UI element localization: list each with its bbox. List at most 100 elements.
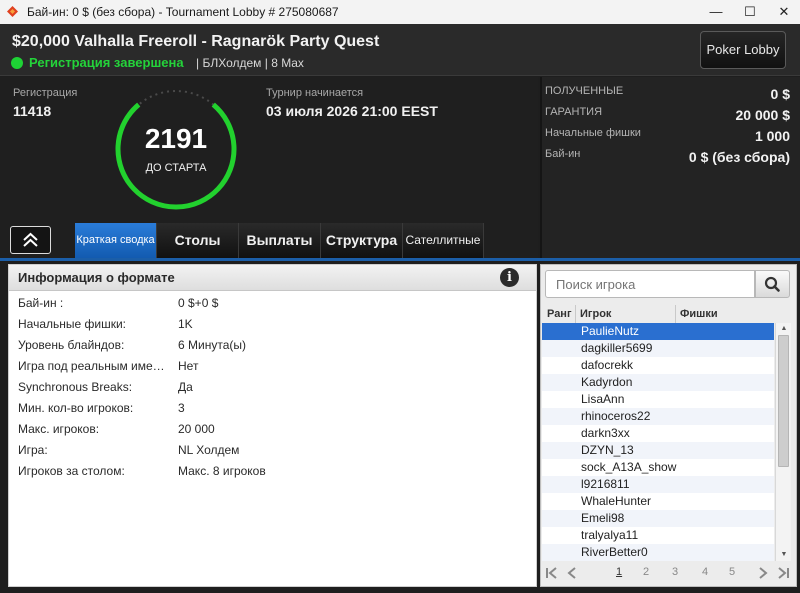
format-row: Уровень блайндов: 6 Минута(ы): [9, 335, 536, 356]
column-header-rank[interactable]: Ранг: [542, 305, 576, 323]
tab-payouts[interactable]: Выплаты: [239, 223, 321, 258]
player-row[interactable]: RiverBetter0: [542, 544, 774, 561]
format-row-value: Нет: [178, 359, 199, 373]
next-page-icon[interactable]: [756, 566, 770, 580]
format-row-label: Мин. кол-во игроков:: [18, 401, 134, 415]
format-row-label: Игра:: [18, 443, 48, 457]
scroll-up-arrow-icon[interactable]: ▲: [776, 323, 792, 335]
player-name: Emeli98: [581, 511, 625, 525]
search-icon: [764, 276, 780, 292]
collapse-button[interactable]: [10, 226, 51, 254]
format-row: Игра: NL Холдем: [9, 440, 536, 461]
maximize-button[interactable]: ☐: [734, 0, 766, 24]
player-name: Kadyrdon: [581, 375, 633, 389]
players-panel: Ранг Игрок Фишки PaulieNutz dagkiller5699…: [540, 264, 797, 587]
player-name: l9216811: [581, 477, 630, 491]
start-label: Турнир начинается: [266, 87, 364, 99]
column-header-player[interactable]: Игрок: [576, 305, 676, 323]
registration-status: Регистрация завершена: [29, 55, 184, 70]
player-row[interactable]: WhaleHunter: [542, 493, 774, 510]
search-button[interactable]: [755, 270, 790, 298]
start-datetime: 03 июля 2026 21:00 EEST: [266, 103, 438, 119]
window-title-bar: Бай-ин: 0 $ (без сбора) - Tournament Lob…: [0, 0, 800, 24]
tab-satellites[interactable]: Сателлитные: [403, 223, 484, 258]
format-row-label: Уровень блайндов:: [18, 338, 125, 352]
minimize-button[interactable]: —: [700, 0, 732, 24]
countdown-value: 2191: [144, 123, 208, 154]
player-name: PaulieNutz: [581, 324, 640, 338]
format-row-value: 1K: [178, 317, 193, 331]
player-row[interactable]: darkn3xx: [542, 425, 774, 442]
starting-chips-value: 1 000: [754, 128, 790, 144]
status-dot-icon: [11, 57, 23, 69]
page-link-4[interactable]: 4: [702, 566, 708, 578]
double-chevron-up-icon: [23, 232, 38, 247]
prize-info-panel: [540, 77, 800, 258]
format-row: Начальные фишки: 1K: [9, 314, 536, 335]
format-row-value: Да: [178, 380, 193, 394]
tab-structure[interactable]: Структура: [321, 223, 403, 258]
player-name: DZYN_13: [581, 443, 634, 457]
registration-label: Регистрация: [13, 87, 78, 99]
tournament-header: $20,000 Valhalla Freeroll - Ragnarök Par…: [0, 24, 800, 76]
first-page-icon[interactable]: [545, 566, 559, 580]
player-row[interactable]: tralyalya11: [542, 527, 774, 544]
format-row: Макс. игроков: 20 000: [9, 419, 536, 440]
format-row-label: Макс. игроков:: [18, 422, 100, 436]
player-name: LisaAnn: [581, 392, 625, 406]
format-row-value: Макс. 8 игроков: [178, 464, 266, 478]
app-logo-icon: [7, 6, 18, 17]
player-row[interactable]: Kadyrdon: [542, 374, 774, 391]
player-row[interactable]: LisaAnn: [542, 391, 774, 408]
player-name: WhaleHunter: [581, 494, 652, 508]
player-row[interactable]: DZYN_13: [542, 442, 774, 459]
player-row[interactable]: PaulieNutz: [542, 323, 774, 340]
page-link-2[interactable]: 2: [643, 566, 649, 578]
poker-lobby-button[interactable]: Poker Lobby: [700, 31, 786, 69]
format-row: Мин. кол-во игроков: 3: [9, 398, 536, 419]
player-name: RiverBetter0: [581, 545, 648, 559]
player-name: rhinoceros22: [581, 409, 651, 423]
page-link-5[interactable]: 5: [729, 566, 735, 578]
column-header-chips[interactable]: Фишки: [676, 305, 774, 323]
format-row-value: NL Холдем: [178, 443, 240, 457]
players-pager: 1 2 3 4 5: [542, 563, 796, 585]
scrollbar-thumb[interactable]: [778, 335, 789, 467]
player-row[interactable]: l9216811: [542, 476, 774, 493]
player-row[interactable]: dagkiller5699: [542, 340, 774, 357]
player-row[interactable]: sock_A13A_show: [542, 459, 774, 476]
players-scrollbar[interactable]: ▲ ▼: [775, 323, 791, 561]
countdown-label: ДО СТАРТА: [145, 162, 207, 174]
page-link-1[interactable]: 1: [616, 566, 622, 578]
format-row-label: Synchronous Breaks:: [18, 380, 133, 394]
scroll-down-arrow-icon[interactable]: ▼: [776, 549, 792, 561]
players-list: PaulieNutz dagkiller5699 dafocrekk Kadyrdon…: [542, 323, 774, 561]
tab-tables[interactable]: Столы: [157, 223, 239, 258]
last-page-icon[interactable]: [776, 566, 790, 580]
tab-underline: [0, 258, 800, 261]
previous-page-icon[interactable]: [565, 566, 579, 580]
format-row: Synchronous Breaks: Да: [9, 377, 536, 398]
format-row: Игра под реальным именем: Нет: [9, 356, 536, 377]
player-row[interactable]: rhinoceros22: [542, 408, 774, 425]
format-row: Игроков за столом: Макс. 8 игроков: [9, 461, 536, 482]
guarantee-label: ГАРАНТИЯ: [545, 106, 603, 118]
format-row-label: Начальные фишки:: [18, 317, 127, 331]
buyin-value: 0 $ (без сбора): [688, 149, 790, 165]
player-search-input[interactable]: [545, 270, 755, 298]
format-row-label: Игра под реальным именем:: [18, 359, 168, 373]
format-row: Бай-ин : 0 $+0 $: [9, 293, 536, 314]
format-row-label: Бай-ин :: [18, 296, 64, 310]
info-icon[interactable]: i: [500, 268, 519, 287]
close-button[interactable]: ✕: [768, 0, 800, 24]
format-row-label: Игроков за столом:: [18, 464, 125, 478]
received-value: 0 $: [770, 86, 790, 102]
tab-summary[interactable]: Краткая сводка: [75, 223, 157, 258]
player-row[interactable]: Emeli98: [542, 510, 774, 527]
page-link-3[interactable]: 3: [672, 566, 678, 578]
player-row[interactable]: dafocrekk: [542, 357, 774, 374]
game-info: | БЛХолдем | 8 Max: [196, 56, 304, 70]
player-name: dafocrekk: [581, 358, 634, 372]
player-name: dagkiller5699: [581, 341, 653, 355]
window-title: Бай-ин: 0 $ (без сбора) - Tournament Lob…: [27, 5, 339, 19]
